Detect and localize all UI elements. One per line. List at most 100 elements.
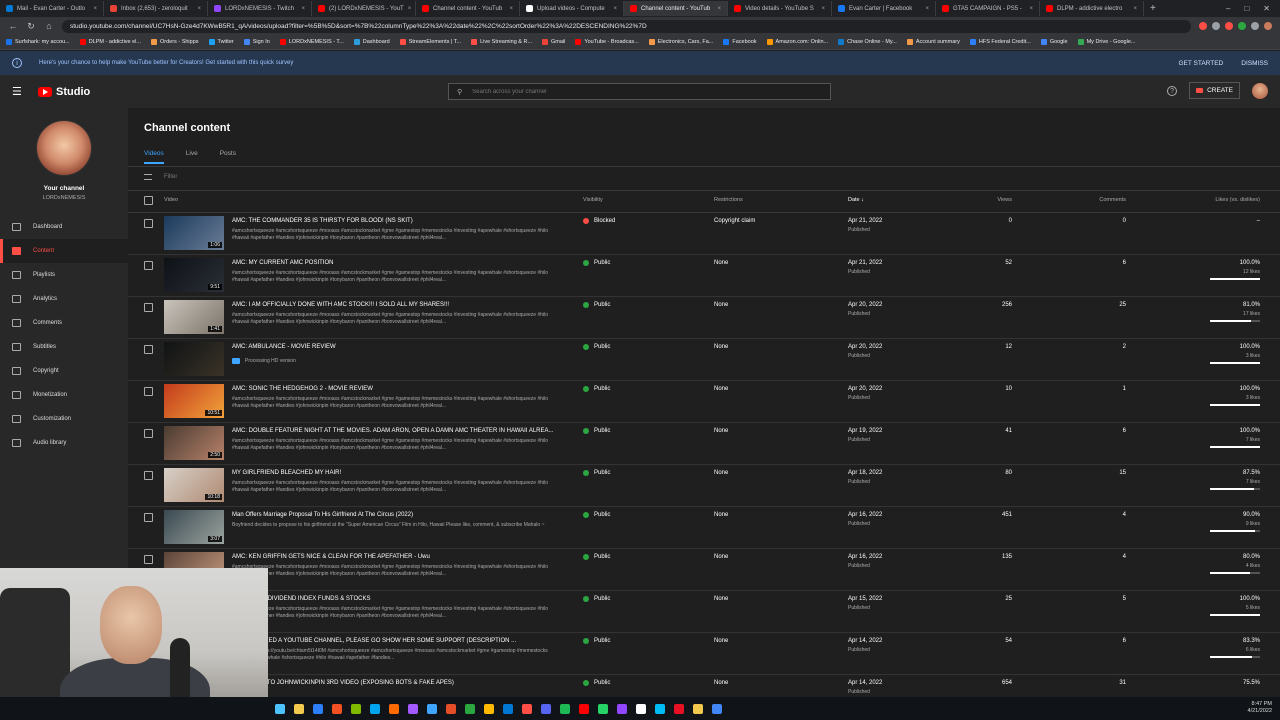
visibility-cell[interactable]: Public bbox=[583, 680, 610, 686]
video-thumbnail[interactable]: 3:07 bbox=[164, 510, 224, 544]
table-row[interactable]: 2:50 AMC: DOUBLE FEATURE NIGHT AT THE MOV… bbox=[128, 423, 1280, 465]
close-tab-icon[interactable]: × bbox=[301, 6, 305, 12]
taskbar-app-icon[interactable] bbox=[579, 703, 589, 714]
video-title[interactable]: AMC: I AM OFFICIALLY DONE WITH AMC STOCK… bbox=[232, 302, 449, 308]
bookmark[interactable]: Electronics, Cars, Fa... bbox=[648, 39, 713, 45]
bookmark[interactable]: HFS Federal Credit... bbox=[969, 39, 1031, 45]
filter-bar[interactable]: Filter bbox=[144, 174, 177, 180]
select-all-checkbox[interactable] bbox=[144, 196, 153, 205]
extension-icon[interactable] bbox=[1238, 22, 1246, 30]
bookmark[interactable]: Google bbox=[1040, 39, 1068, 45]
taskbar-app-icon[interactable] bbox=[674, 703, 684, 714]
taskbar-app-icon[interactable] bbox=[446, 703, 456, 714]
table-row[interactable]: 1:06 AMC: THE COMMANDER 35 IS THIRSTY FOR… bbox=[128, 213, 1280, 255]
dismiss-button[interactable]: DISMISS bbox=[1241, 60, 1268, 67]
sidebar-item-comments[interactable]: Comments bbox=[0, 311, 128, 335]
bookmark[interactable]: Orders - Shipps bbox=[151, 39, 199, 45]
table-row[interactable]: 3:07 Man Offers Marriage Proposal To His … bbox=[128, 507, 1280, 549]
browser-tab[interactable]: GTA5 CAMPAIGN - PS5 - × bbox=[936, 1, 1040, 16]
bookmark[interactable]: Dashboard bbox=[353, 39, 390, 45]
tab-posts[interactable]: Posts bbox=[220, 150, 236, 164]
table-row[interactable]: 9:51 AMC: MY CURRENT AMC POSITION #amcshor… bbox=[128, 255, 1280, 297]
sidebar-item-copyright[interactable]: Copyright bbox=[0, 359, 128, 383]
table-row[interactable]: AMC: KEN GRIFFIN GETS NICE & CLEAN FOR T… bbox=[128, 549, 1280, 591]
browser-tab[interactable]: Upload videos - Compute × bbox=[520, 1, 624, 16]
extension-icon[interactable] bbox=[1212, 22, 1220, 30]
browser-tab[interactable]: DLPM - addictive electro × bbox=[1040, 1, 1144, 16]
visibility-cell[interactable]: Public bbox=[583, 428, 610, 434]
column-comments[interactable]: Comments bbox=[1099, 197, 1126, 203]
taskbar-app-icon[interactable] bbox=[389, 703, 399, 714]
search-box[interactable]: ⚲ bbox=[448, 83, 831, 100]
visibility-cell[interactable]: Public bbox=[583, 596, 610, 602]
get-started-button[interactable]: GET STARTED bbox=[1178, 60, 1223, 67]
extension-icon[interactable] bbox=[1225, 22, 1233, 30]
taskbar-app-icon[interactable] bbox=[332, 703, 342, 714]
table-row[interactable]: JUST CREATED A YOUTUBE CHANNEL, PLEASE G… bbox=[128, 633, 1280, 675]
home-icon[interactable]: ⌂ bbox=[44, 21, 54, 31]
bookmark[interactable]: Gmail bbox=[542, 39, 565, 45]
visibility-cell[interactable]: Public bbox=[583, 302, 610, 308]
close-tab-icon[interactable]: × bbox=[408, 6, 412, 12]
create-button[interactable]: CREATE bbox=[1189, 82, 1240, 99]
bookmark[interactable]: DLPM - addictive el... bbox=[79, 39, 141, 45]
close-tab-icon[interactable]: × bbox=[1133, 6, 1137, 12]
taskbar-app-icon[interactable] bbox=[294, 703, 304, 714]
sidebar-item-content[interactable]: Content bbox=[0, 239, 128, 263]
bookmark[interactable]: Sign In bbox=[243, 39, 270, 45]
url-field[interactable]: studio.youtube.com/channel/UC7HsN-Gze4d7… bbox=[62, 19, 1191, 33]
close-window-icon[interactable]: ✕ bbox=[1263, 4, 1270, 13]
restrictions-cell[interactable]: Copyright claim bbox=[714, 218, 755, 224]
bookmark[interactable]: Surfshark: my accou... bbox=[6, 39, 70, 45]
visibility-cell[interactable]: Public bbox=[583, 386, 610, 392]
taskbar-app-icon[interactable] bbox=[313, 703, 323, 714]
sidebar-item-customization[interactable]: Customization bbox=[0, 407, 128, 431]
taskbar-app-icon[interactable] bbox=[541, 703, 551, 714]
video-title[interactable]: AMC: SONIC THE HEDGEHOG 2 - MOVIE REVIEW bbox=[232, 386, 373, 392]
bookmark[interactable]: Chase Online - My... bbox=[838, 39, 897, 45]
extension-icon[interactable] bbox=[1251, 22, 1259, 30]
browser-tab[interactable]: Mail - Evan Carter - Outlo × bbox=[0, 1, 104, 16]
column-likes[interactable]: Likes (vs. dislikes) bbox=[1215, 197, 1260, 203]
browser-tab[interactable]: Evan Carter | Facebook × bbox=[832, 1, 936, 16]
row-checkbox[interactable] bbox=[144, 429, 153, 438]
tab-live[interactable]: Live bbox=[186, 150, 198, 164]
video-title[interactable]: AMC: KEN GRIFFIN GETS NICE & CLEAN FOR T… bbox=[232, 554, 430, 560]
bookmark[interactable]: My Drive - Google... bbox=[1077, 39, 1135, 45]
table-row[interactable]: AMC: AMBULANCE - MOVIE REVIEW Processing … bbox=[128, 339, 1280, 381]
taskbar-app-icon[interactable] bbox=[598, 703, 608, 714]
table-row[interactable]: 1:41 AMC: I AM OFFICIALLY DONE WITH AMC S… bbox=[128, 297, 1280, 339]
video-title[interactable]: Man Offers Marriage Proposal To His Girl… bbox=[232, 512, 413, 518]
account-avatar[interactable] bbox=[1252, 82, 1268, 99]
video-thumbnail[interactable] bbox=[164, 342, 224, 376]
tab-videos[interactable]: Videos bbox=[144, 150, 164, 164]
visibility-cell[interactable]: Public bbox=[583, 260, 610, 266]
sidebar-item-monetization[interactable]: Monetization bbox=[0, 383, 128, 407]
sidebar-item-playlists[interactable]: Playlists bbox=[0, 263, 128, 287]
browser-tab[interactable]: Inbox (2,653) - zeroloquit × bbox=[104, 1, 208, 16]
menu-icon[interactable]: ☰ bbox=[12, 85, 26, 98]
row-checkbox[interactable] bbox=[144, 513, 153, 522]
browser-tab[interactable]: (2) LORDxNEMESIS - YouT × bbox=[312, 1, 416, 16]
browser-tab[interactable]: Video details - YouTube S × bbox=[728, 1, 832, 16]
visibility-cell[interactable]: Public bbox=[583, 470, 610, 476]
video-title[interactable]: JUST CREATED A YOUTUBE CHANNEL, PLEASE G… bbox=[232, 638, 516, 644]
close-tab-icon[interactable]: × bbox=[613, 6, 617, 12]
close-tab-icon[interactable]: × bbox=[197, 6, 201, 12]
video-title[interactable]: AMC: MY CURRENT AMC POSITION bbox=[232, 260, 333, 266]
browser-tab[interactable]: Channel content - YouTub × bbox=[416, 1, 520, 16]
browser-tab[interactable]: Channel content - YouTub × bbox=[624, 1, 728, 16]
visibility-cell[interactable]: Public bbox=[583, 344, 610, 350]
row-checkbox[interactable] bbox=[144, 555, 153, 564]
sidebar-item-analytics[interactable]: Analytics bbox=[0, 287, 128, 311]
column-views[interactable]: Views bbox=[997, 197, 1012, 203]
row-checkbox[interactable] bbox=[144, 387, 153, 396]
row-checkbox[interactable] bbox=[144, 471, 153, 480]
back-icon[interactable]: ← bbox=[8, 21, 18, 31]
close-tab-icon[interactable]: × bbox=[925, 6, 929, 12]
video-title[interactable]: AMC: AMBULANCE - MOVIE REVIEW bbox=[232, 344, 336, 350]
filter-icon[interactable] bbox=[144, 174, 152, 180]
video-thumbnail[interactable]: 10:51 bbox=[164, 384, 224, 418]
table-row[interactable]: 10:51 AMC: SONIC THE HEDGEHOG 2 - MOVIE R… bbox=[128, 381, 1280, 423]
video-thumbnail[interactable]: 9:51 bbox=[164, 258, 224, 292]
